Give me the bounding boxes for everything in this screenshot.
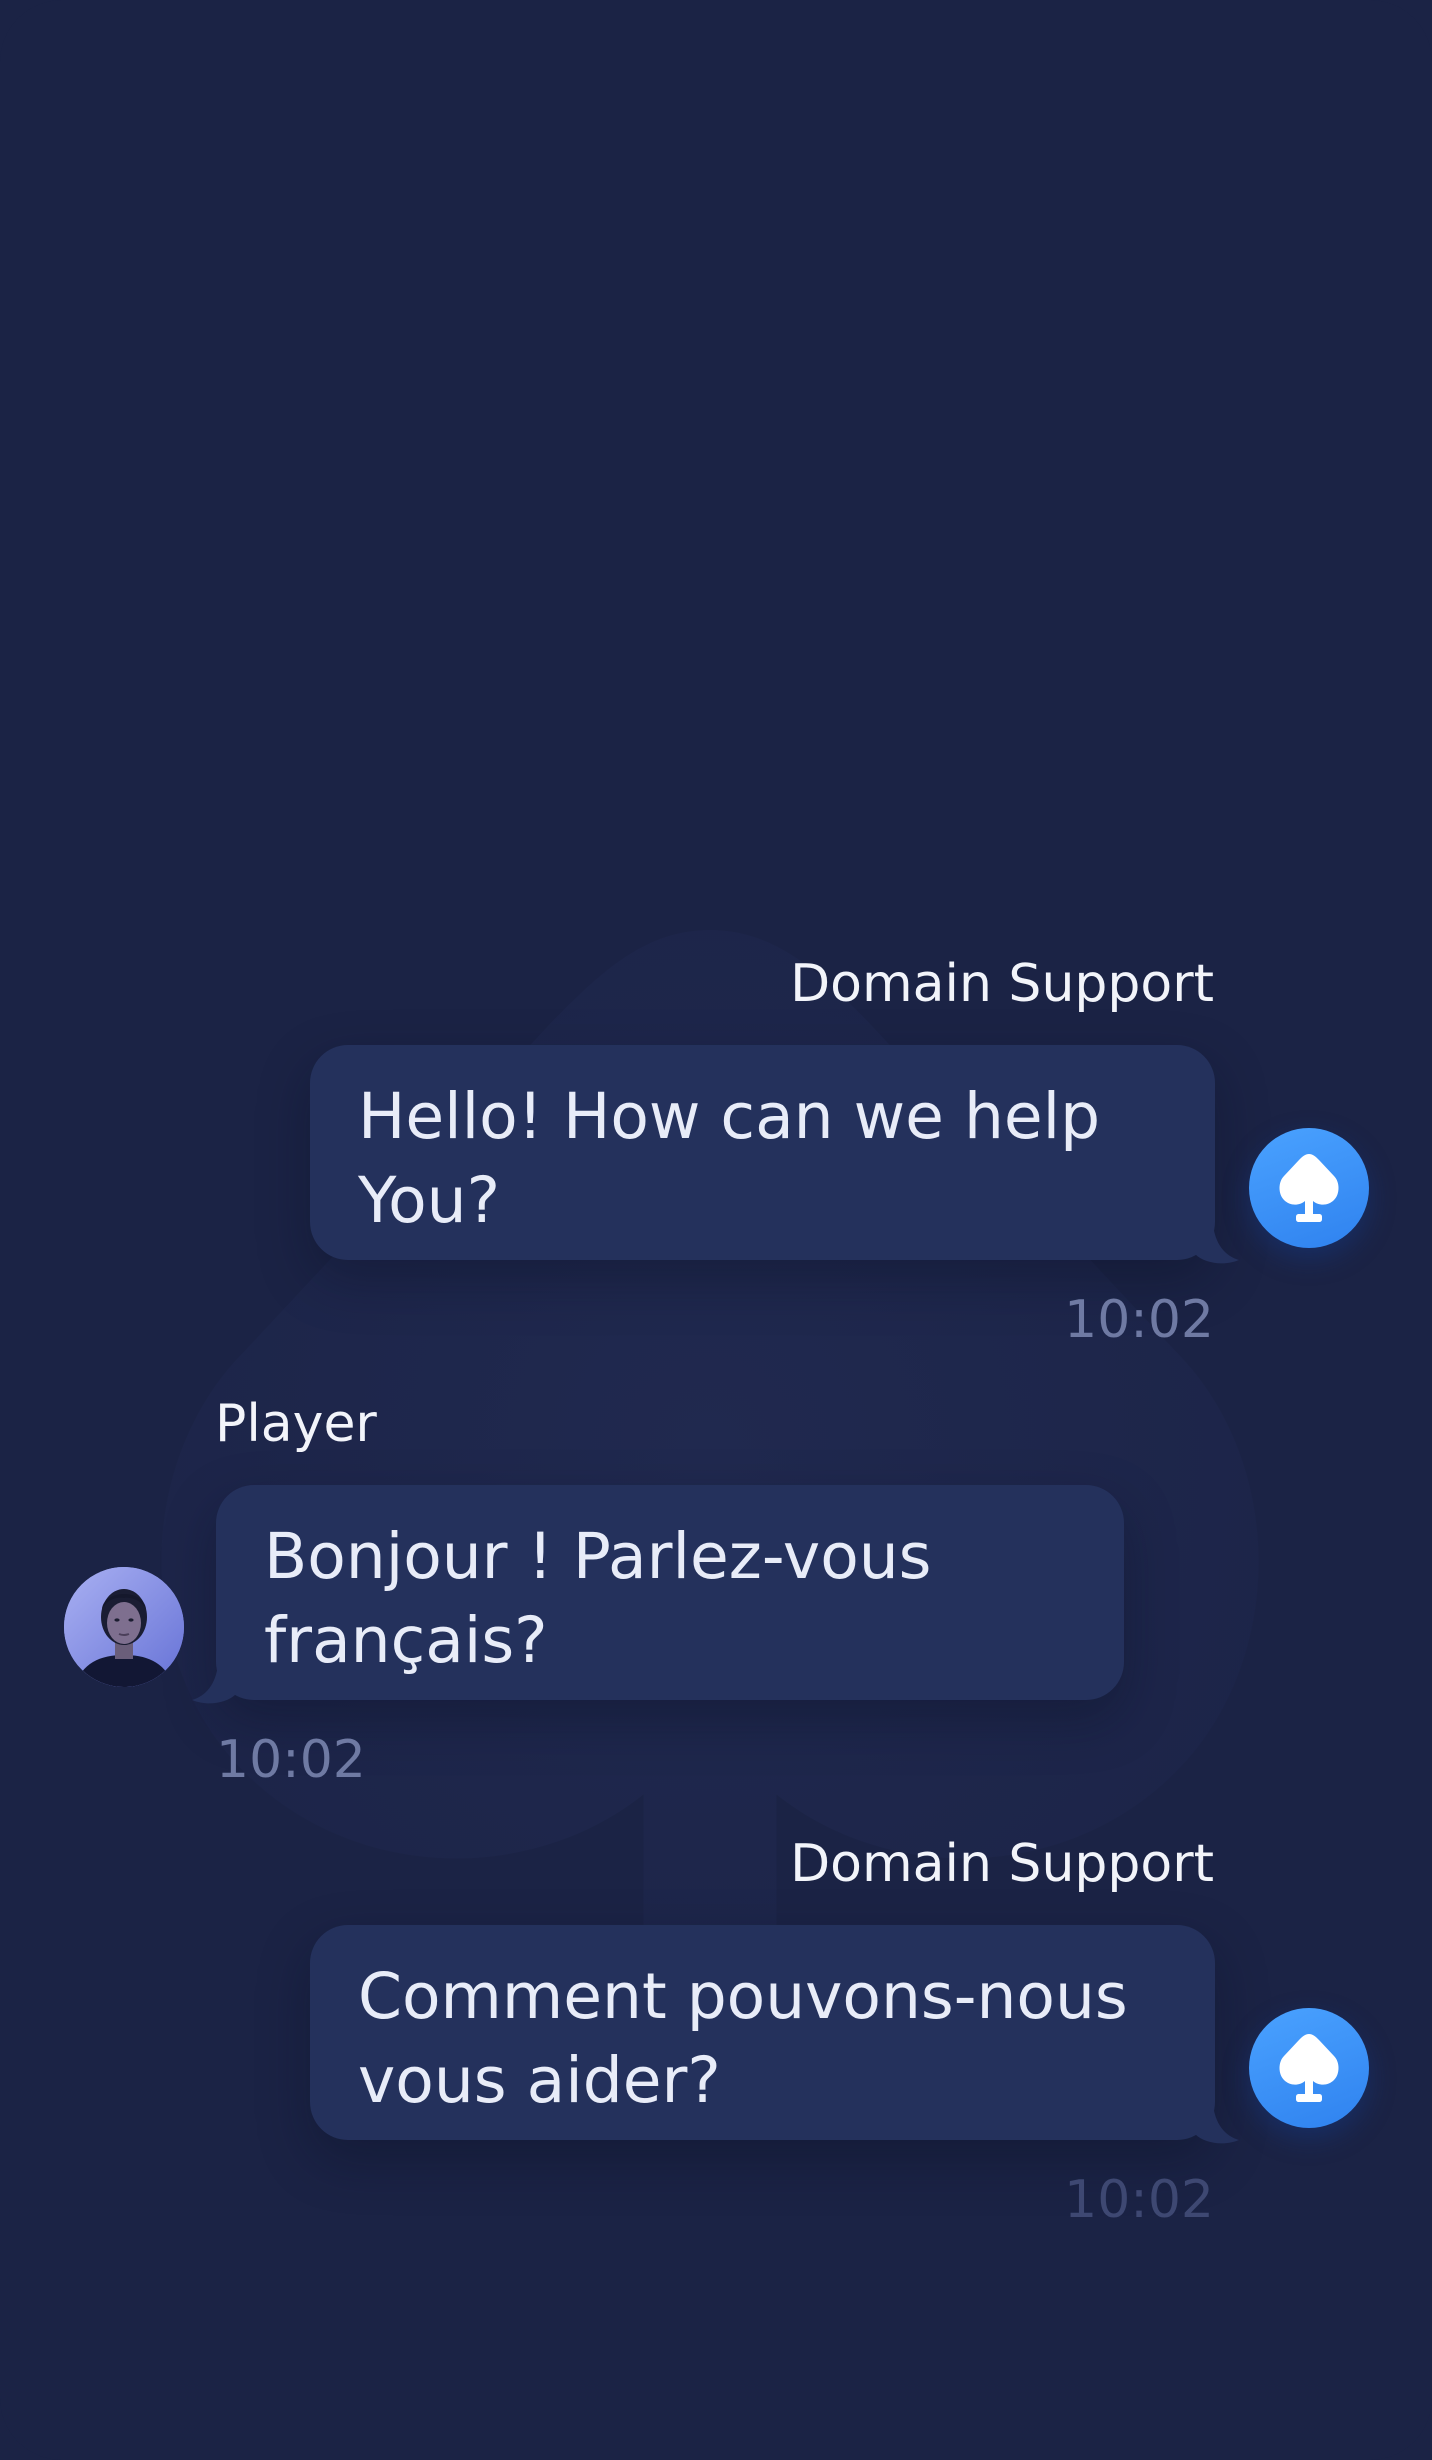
support-avatar bbox=[1249, 1128, 1369, 1248]
spade-icon bbox=[1279, 1154, 1339, 1222]
message-timestamp: 10:02 bbox=[216, 1730, 366, 1790]
support-avatar bbox=[1249, 2008, 1369, 2128]
sender-name-support: Domain Support bbox=[790, 1834, 1214, 1894]
message-bubble-player[interactable]: Bonjour ! Parlez-vous français? bbox=[192, 1485, 1124, 1704]
message-text: Hello! How can we help You? bbox=[358, 1080, 1101, 1237]
sender-name-support: Domain Support bbox=[790, 954, 1214, 1014]
message-bubble-support[interactable]: Hello! How can we help You? bbox=[310, 1045, 1239, 1264]
bubble-tail bbox=[1195, 1224, 1239, 1264]
message-timestamp: 10:02 bbox=[1064, 1290, 1214, 1350]
player-avatar bbox=[64, 1567, 184, 1687]
chat-screen: Domain Support Hello! How can we help Yo… bbox=[0, 0, 1432, 2460]
sender-name-player: Player bbox=[215, 1394, 377, 1454]
spade-icon bbox=[1279, 2034, 1339, 2102]
user-photo-icon bbox=[64, 1567, 184, 1687]
bubble-tail bbox=[1195, 2104, 1239, 2144]
message-timestamp: 10:02 bbox=[1064, 2170, 1214, 2230]
bubble-tail bbox=[192, 1664, 236, 1704]
message-text: Comment pouvons-nous vous aider? bbox=[358, 1960, 1128, 2117]
message-bubble-support[interactable]: Comment pouvons-nous vous aider? bbox=[310, 1925, 1239, 2144]
message-text: Bonjour ! Parlez-vous français? bbox=[264, 1520, 932, 1677]
